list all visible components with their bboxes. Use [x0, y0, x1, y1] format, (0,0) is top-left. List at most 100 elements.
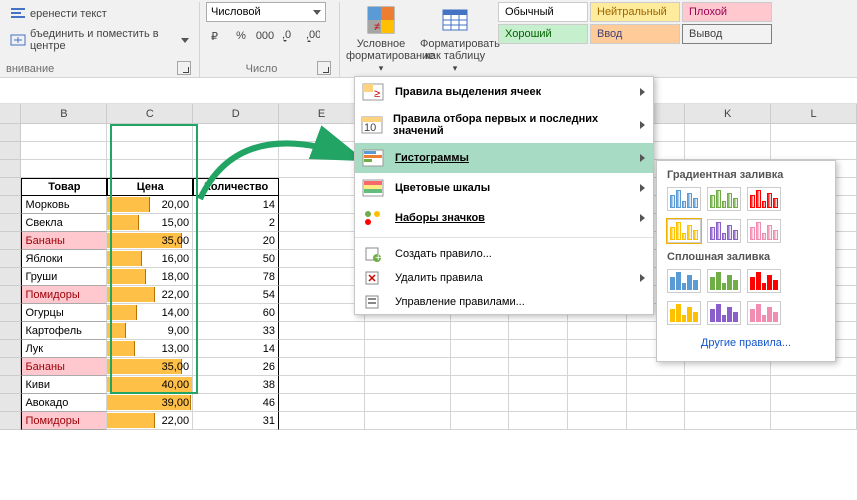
cell[interactable]: [568, 322, 627, 340]
percent-format-button[interactable]: %: [230, 26, 252, 46]
cell-qty[interactable]: 31: [193, 412, 279, 430]
cell[interactable]: [21, 142, 107, 160]
menu-top-bottom[interactable]: 10 Правила отбора первых и последних зна…: [355, 107, 653, 143]
cell[interactable]: [193, 142, 279, 160]
cell[interactable]: [451, 394, 510, 412]
cell[interactable]: [365, 412, 451, 430]
cell[interactable]: [685, 142, 771, 160]
merge-center-button[interactable]: бъединить и поместить в центре: [6, 26, 193, 54]
cell-price[interactable]: 22,00: [107, 412, 193, 430]
wrap-text-button[interactable]: еренести текст: [6, 4, 193, 24]
cell-product[interactable]: Яблоки: [21, 250, 107, 268]
cell[interactable]: [365, 376, 451, 394]
row-header[interactable]: [0, 214, 21, 232]
cell[interactable]: [279, 196, 365, 214]
cell[interactable]: [685, 394, 771, 412]
data-bar-thumb[interactable]: [747, 269, 781, 293]
data-bar-thumb[interactable]: [707, 269, 741, 293]
menu-clear-rules[interactable]: Удалить правила: [355, 266, 653, 290]
row-header[interactable]: [0, 196, 21, 214]
style-good[interactable]: Хороший: [498, 24, 588, 44]
cell[interactable]: [451, 322, 510, 340]
style-bad[interactable]: Плохой: [682, 2, 772, 22]
cell[interactable]: [771, 142, 857, 160]
row-header[interactable]: [0, 160, 21, 178]
cell[interactable]: [193, 160, 279, 178]
data-bar-thumb[interactable]: [747, 219, 781, 243]
col-header-k[interactable]: K: [685, 104, 771, 123]
cell[interactable]: [279, 178, 365, 196]
cell[interactable]: [685, 124, 771, 142]
cell-qty[interactable]: 46: [193, 394, 279, 412]
cell[interactable]: [509, 358, 568, 376]
col-header-e[interactable]: E: [279, 104, 365, 123]
cell[interactable]: [568, 358, 627, 376]
cell[interactable]: [771, 394, 857, 412]
cell[interactable]: [107, 160, 193, 178]
cell[interactable]: [21, 160, 107, 178]
data-bar-thumb[interactable]: [667, 269, 701, 293]
cell-price[interactable]: 13,00: [107, 340, 193, 358]
cell[interactable]: [279, 214, 365, 232]
row-header[interactable]: [0, 412, 21, 430]
data-bar-thumb[interactable]: [747, 301, 781, 325]
col-header-b[interactable]: B: [21, 104, 107, 123]
more-rules-link[interactable]: Другие правила...: [663, 331, 829, 355]
cell[interactable]: [365, 394, 451, 412]
cell-product[interactable]: Помидоры: [21, 412, 107, 430]
row-header[interactable]: [0, 322, 21, 340]
cell-qty[interactable]: 33: [193, 322, 279, 340]
data-bar-thumb[interactable]: [707, 219, 741, 243]
cell[interactable]: [279, 394, 365, 412]
cell-price[interactable]: 14,00: [107, 304, 193, 322]
cell[interactable]: [568, 340, 627, 358]
alignment-dialog-launcher[interactable]: [177, 61, 191, 75]
cell-qty[interactable]: 2: [193, 214, 279, 232]
cell[interactable]: [279, 340, 365, 358]
cell-product[interactable]: Свекла: [21, 214, 107, 232]
cell[interactable]: [568, 394, 627, 412]
cell-price[interactable]: 18,00: [107, 268, 193, 286]
cell[interactable]: [365, 358, 451, 376]
cell[interactable]: [509, 412, 568, 430]
select-all-corner[interactable]: [0, 104, 21, 123]
number-format-dropdown[interactable]: Числовой: [206, 2, 326, 22]
cell[interactable]: [451, 358, 510, 376]
row-header[interactable]: [0, 250, 21, 268]
cell[interactable]: [685, 412, 771, 430]
menu-highlight-cells[interactable]: ≥ Правила выделения ячеек: [355, 77, 653, 107]
conditional-formatting-button[interactable]: ≠ Условное форматирование ▾: [346, 2, 416, 76]
cell[interactable]: [279, 160, 365, 178]
row-header[interactable]: [0, 124, 21, 142]
data-bar-thumb[interactable]: [707, 301, 741, 325]
cell-qty[interactable]: 26: [193, 358, 279, 376]
cell[interactable]: [771, 376, 857, 394]
header-qty[interactable]: Количество: [193, 178, 279, 196]
format-as-table-button[interactable]: Форматировать как таблицу ▾: [420, 2, 490, 76]
row-header[interactable]: [0, 178, 21, 196]
menu-new-rule[interactable]: + Создать правило...: [355, 242, 653, 266]
accounting-format-button[interactable]: ₽: [206, 26, 228, 46]
cell-product[interactable]: Груши: [21, 268, 107, 286]
cell[interactable]: [627, 394, 686, 412]
cell-product[interactable]: Авокадо: [21, 394, 107, 412]
style-normal[interactable]: Обычный: [498, 2, 588, 22]
menu-icon-sets[interactable]: Наборы значков: [355, 203, 653, 233]
menu-data-bars[interactable]: Гистограммы: [355, 143, 653, 173]
cell-price[interactable]: 22,00: [107, 286, 193, 304]
style-input[interactable]: Ввод: [590, 24, 680, 44]
cell[interactable]: [279, 358, 365, 376]
cell[interactable]: [771, 124, 857, 142]
col-header-d[interactable]: D: [193, 104, 279, 123]
cell[interactable]: [509, 376, 568, 394]
cell-product[interactable]: Киви: [21, 376, 107, 394]
cell-qty[interactable]: 20: [193, 232, 279, 250]
cell[interactable]: [279, 376, 365, 394]
style-output[interactable]: Вывод: [682, 24, 772, 44]
cell-price[interactable]: 15,00: [107, 214, 193, 232]
cell[interactable]: [509, 322, 568, 340]
cell[interactable]: [771, 412, 857, 430]
increase-decimal-button[interactable]: ,0: [278, 26, 300, 46]
cell-price[interactable]: 35,00: [107, 358, 193, 376]
cell[interactable]: [568, 412, 627, 430]
